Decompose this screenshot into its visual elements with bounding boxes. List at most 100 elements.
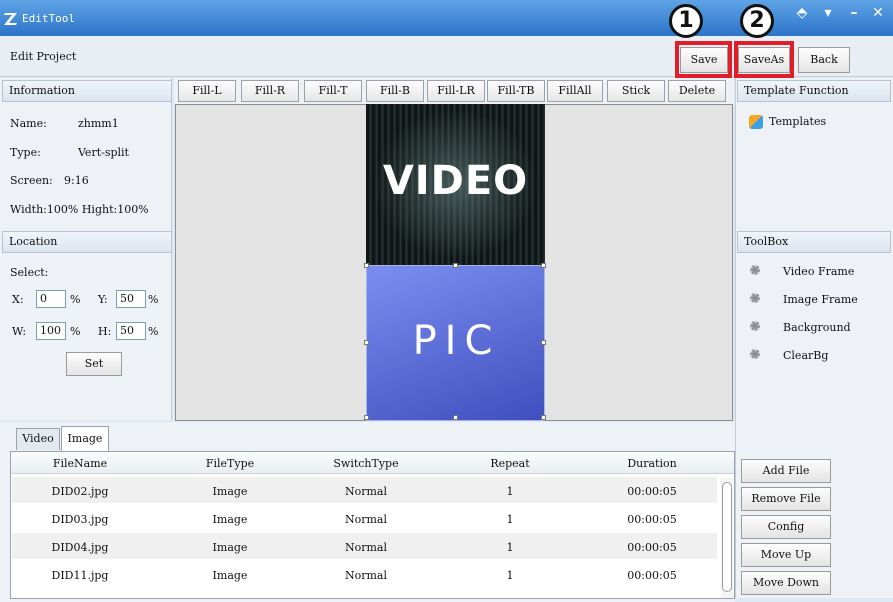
x-percent: % — [70, 293, 81, 306]
type-label: Type: — [10, 146, 41, 159]
h-label: H: — [98, 325, 112, 338]
step-badge-1: 1 — [669, 4, 703, 38]
stick-button[interactable]: Stick — [607, 80, 665, 102]
cell-repeat: 1 — [506, 569, 514, 582]
cell-filename: DID11.jpg — [51, 569, 109, 582]
templates-icon — [749, 115, 763, 129]
resize-handle[interactable] — [541, 263, 546, 268]
x-label: X: — [12, 293, 24, 306]
toolbox-clearbg[interactable]: ClearBg — [783, 349, 828, 362]
video-frame-gear-icon — [750, 265, 760, 275]
pic-label: PIC — [412, 318, 501, 364]
cell-duration: 00:00:05 — [627, 541, 677, 554]
y-percent: % — [148, 293, 159, 306]
screen-value: 9:16 — [64, 174, 89, 187]
window-title: EditTool — [22, 12, 75, 25]
cell-switchtype: Normal — [344, 541, 387, 554]
cell-duration: 00:00:05 — [627, 513, 677, 526]
w-input[interactable]: 100 — [36, 322, 66, 340]
cell-duration: 00:00:05 — [627, 485, 677, 498]
back-button[interactable]: Back — [798, 47, 850, 73]
toolbox-video-frame[interactable]: Video Frame — [783, 265, 854, 278]
step-badge-2: 2 — [740, 4, 774, 38]
col-duration[interactable]: Duration — [592, 457, 712, 470]
col-switchtype[interactable]: SwitchType — [306, 457, 426, 470]
col-repeat[interactable]: Repeat — [450, 457, 570, 470]
cell-duration: 00:00:05 — [627, 569, 677, 582]
select-label: Select: — [10, 266, 49, 279]
template-function-header: Template Function — [737, 80, 891, 102]
set-button[interactable]: Set — [66, 352, 122, 376]
w-label: W: — [12, 325, 27, 338]
add-file-button[interactable]: Add File — [741, 459, 831, 483]
saveas-highlight — [734, 41, 794, 78]
resize-handle[interactable] — [541, 415, 546, 420]
fill-l-button[interactable]: Fill-L — [178, 80, 236, 102]
y-input[interactable]: 50 — [116, 290, 146, 308]
cell-switchtype: Normal — [344, 485, 387, 498]
fill-lr-button[interactable]: Fill-LR — [427, 80, 485, 102]
move-down-button[interactable]: Move Down — [741, 571, 831, 595]
resize-handle[interactable] — [453, 263, 458, 268]
scrollbar-thumb[interactable] — [722, 482, 732, 592]
col-filetype[interactable]: FileType — [170, 457, 290, 470]
cell-switchtype: Normal — [344, 569, 387, 582]
cell-filetype: Image — [212, 485, 248, 498]
h-input[interactable]: 50 — [116, 322, 146, 340]
resize-handle[interactable] — [541, 340, 546, 345]
vertical-scrollbar[interactable] — [721, 478, 733, 598]
col-filename[interactable]: FileName — [20, 457, 140, 470]
delete-button[interactable]: Delete — [668, 80, 726, 102]
app-logo-icon — [4, 13, 17, 25]
templates-link[interactable]: Templates — [769, 115, 826, 128]
cell-filetype: Image — [212, 541, 248, 554]
cell-filetype: Image — [212, 513, 248, 526]
resize-handle[interactable] — [364, 415, 369, 420]
video-region[interactable]: VIDEO — [366, 104, 545, 265]
cell-repeat: 1 — [506, 513, 514, 526]
fill-all-button[interactable]: FillAll — [547, 80, 603, 102]
name-label: Name: — [10, 117, 47, 130]
fill-tb-button[interactable]: Fill-TB — [487, 80, 545, 102]
move-up-button[interactable]: Move Up — [741, 543, 831, 567]
size-text: Width:100% Hight:100% — [10, 203, 149, 216]
image-frame-gear-icon — [750, 293, 760, 303]
background-gear-icon — [750, 321, 760, 331]
menu-dropdown-icon[interactable]: ▾ — [816, 0, 840, 28]
cell-switchtype: Normal — [344, 513, 387, 526]
config-button[interactable]: Config — [741, 515, 831, 539]
tab-video[interactable]: Video — [16, 428, 60, 450]
information-header: Information — [2, 80, 172, 102]
page-title: Edit Project — [10, 50, 77, 63]
cell-filename: DID03.jpg — [51, 513, 109, 526]
toolbox-header: ToolBox — [737, 231, 891, 253]
fill-t-button[interactable]: Fill-T — [304, 80, 362, 102]
video-label: VIDEO — [382, 158, 529, 204]
toolbox-image-frame[interactable]: Image Frame — [783, 293, 858, 306]
cell-filename: DID02.jpg — [51, 485, 109, 498]
h-percent: % — [148, 325, 159, 338]
resize-handle[interactable] — [364, 340, 369, 345]
toolbox-background[interactable]: Background — [783, 321, 851, 334]
y-label: Y: — [98, 293, 108, 306]
x-input[interactable]: 0 — [36, 290, 66, 308]
name-value: zhmm1 — [78, 117, 119, 130]
cell-filetype: Image — [212, 569, 248, 582]
close-button[interactable]: ✕ — [866, 0, 890, 28]
skin-icon[interactable]: ⬘ — [790, 0, 814, 28]
minimize-button[interactable]: – — [842, 0, 866, 28]
clearbg-gear-icon — [750, 349, 760, 359]
cell-filename: DID04.jpg — [51, 541, 109, 554]
type-value: Vert-split — [78, 146, 129, 159]
pic-region[interactable]: PIC — [366, 265, 545, 421]
remove-file-button[interactable]: Remove File — [741, 487, 831, 511]
fill-b-button[interactable]: Fill-B — [366, 80, 424, 102]
fill-r-button[interactable]: Fill-R — [241, 80, 299, 102]
location-header: Location — [2, 231, 172, 253]
resize-handle[interactable] — [453, 415, 458, 420]
cell-repeat: 1 — [506, 485, 514, 498]
tab-image[interactable]: Image — [61, 426, 109, 452]
w-percent: % — [70, 325, 81, 338]
resize-handle[interactable] — [364, 263, 369, 268]
cell-repeat: 1 — [506, 541, 514, 554]
